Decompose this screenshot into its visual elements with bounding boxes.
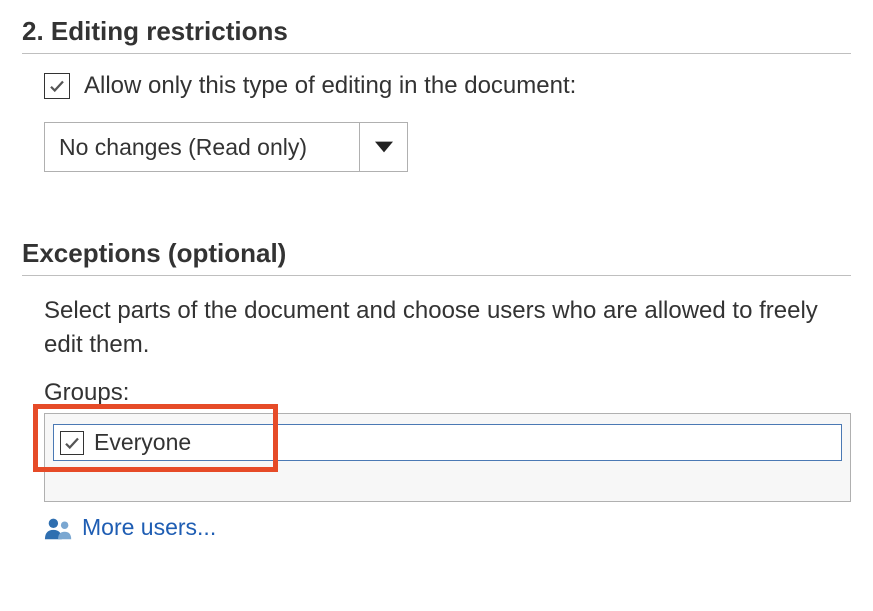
divider [22,275,851,276]
chevron-down-icon [375,141,393,153]
allow-editing-label: Allow only this type of editing in the d… [84,72,576,100]
group-row-everyone[interactable]: Everyone [60,429,835,456]
groups-label: Groups: [44,379,851,407]
section-exceptions-heading: Exceptions (optional) [22,238,851,269]
section-editing-heading: 2. Editing restrictions [22,16,851,47]
dropdown-toggle-button[interactable] [359,123,407,171]
editing-type-dropdown[interactable]: No changes (Read only) [44,122,408,172]
exceptions-description: Select parts of the document and choose … [44,294,829,361]
check-icon [48,77,66,95]
group-everyone-label: Everyone [94,429,191,456]
group-everyone-checkbox[interactable] [60,431,84,455]
more-users-link[interactable]: More users... [44,514,851,541]
groups-list-inner: Everyone [53,424,842,461]
users-icon [44,516,74,540]
more-users-label: More users... [82,514,216,541]
check-icon [63,434,81,452]
divider [22,53,851,54]
groups-listbox: Everyone [44,413,851,502]
allow-editing-checkbox[interactable] [44,73,70,99]
allow-editing-row: Allow only this type of editing in the d… [44,72,851,100]
editing-type-value: No changes (Read only) [45,123,359,171]
